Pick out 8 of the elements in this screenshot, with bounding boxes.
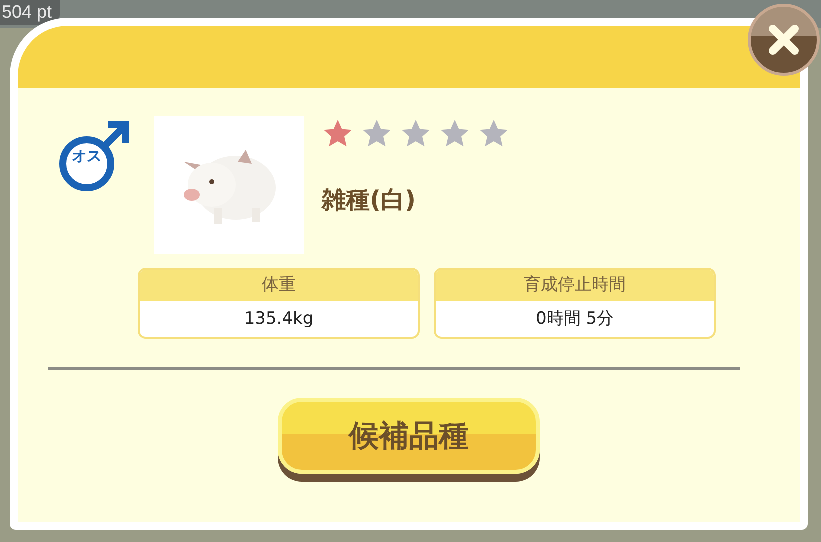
breed-name: 雑種(白)	[322, 185, 417, 216]
close-icon	[767, 23, 801, 57]
stat-value: 0時間 5分	[534, 308, 616, 331]
points-counter: 504 pt	[0, 0, 60, 25]
stat-label: 体重	[140, 270, 418, 301]
stat-value: 135.4kg	[243, 308, 315, 331]
stat-label: 育成停止時間	[436, 270, 714, 301]
gender-badge: オス	[56, 116, 136, 196]
